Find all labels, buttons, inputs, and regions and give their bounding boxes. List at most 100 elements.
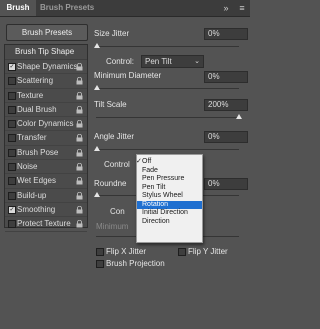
sidebar-item-label: Transfer bbox=[17, 133, 47, 143]
checkbox[interactable] bbox=[8, 77, 16, 86]
checkbox[interactable] bbox=[8, 191, 16, 200]
sidebar-item-shape-dynamics[interactable]: ✓ Shape Dynamics bbox=[5, 60, 87, 75]
menu-item-label: Rotation bbox=[142, 200, 169, 208]
menu-item-fade[interactable]: Fade bbox=[137, 167, 202, 176]
menu-item-label: Initial Direction bbox=[142, 209, 188, 216]
menu-item-label: Pen Tilt bbox=[142, 183, 166, 191]
menu-item-label: Fade bbox=[142, 166, 158, 174]
lock-icon[interactable] bbox=[76, 91, 83, 100]
roundness-jitter-value[interactable]: 0% bbox=[204, 178, 248, 190]
sidebar-item-label: Brush Pose bbox=[17, 147, 59, 157]
sidebar-item-texture[interactable]: Texture bbox=[5, 89, 87, 103]
size-jitter-label: Size Jitter bbox=[94, 29, 130, 38]
sidebar-item-dual-brush[interactable]: Dual Brush bbox=[5, 103, 87, 118]
size-jitter-slider-track[interactable] bbox=[96, 46, 239, 47]
control-select[interactable]: Pen Tilt ⌄ bbox=[141, 55, 204, 68]
menu-item-label: Stylus Wheel bbox=[142, 192, 183, 199]
sidebar-item-build-up[interactable]: Build-up bbox=[5, 189, 87, 203]
size-jitter-slider-thumb[interactable] bbox=[94, 43, 100, 48]
lock-icon[interactable] bbox=[76, 148, 83, 157]
checkbox[interactable] bbox=[8, 177, 16, 186]
checkmark-icon: ✓ bbox=[136, 158, 142, 165]
checkbox[interactable] bbox=[8, 120, 16, 129]
brush-presets-button[interactable]: Brush Presets bbox=[6, 24, 88, 41]
flip-x-jitter-label: Flip X Jitter bbox=[106, 247, 147, 256]
menu-item-pen-pressure[interactable]: Pen Pressure bbox=[137, 175, 202, 184]
minimum-diameter-slider-thumb[interactable] bbox=[94, 85, 100, 90]
tilt-scale-label: Tilt Scale bbox=[94, 100, 127, 109]
sidebar-item-noise[interactable]: Noise bbox=[5, 160, 87, 175]
menu-item-label: Off bbox=[142, 158, 152, 165]
checkbox[interactable] bbox=[8, 105, 16, 114]
checkbox[interactable] bbox=[8, 148, 16, 157]
checkbox[interactable] bbox=[8, 91, 16, 100]
sidebar-item-brush-tip-shape[interactable]: Brush Tip Shape bbox=[5, 45, 87, 60]
tilt-scale-value[interactable]: 200% bbox=[204, 99, 248, 111]
roundness-jitter-slider-thumb[interactable] bbox=[94, 192, 100, 197]
sidebar-item-brush-pose[interactable]: Brush Pose bbox=[5, 146, 87, 161]
checkbox[interactable] bbox=[8, 220, 16, 229]
sidebar-item-label: Texture bbox=[17, 90, 44, 100]
flip-x-jitter-checkbox[interactable] bbox=[96, 248, 104, 256]
menu-item-stylus-wheel[interactable]: Stylus Wheel bbox=[137, 192, 202, 201]
sidebar-item-label: Shape Dynamics bbox=[17, 62, 78, 71]
sidebar-item-label: Build-up bbox=[17, 190, 47, 200]
lock-icon[interactable] bbox=[76, 191, 83, 200]
panel-tab-bar: Brush Brush Presets » ≡ bbox=[0, 0, 250, 17]
angle-jitter-value[interactable]: 0% bbox=[204, 131, 248, 143]
tab-brush[interactable]: Brush bbox=[0, 0, 36, 16]
sidebar-item-label: Color Dynamics bbox=[17, 119, 74, 129]
lock-icon[interactable] bbox=[76, 119, 83, 128]
roundness-control-label: Con bbox=[110, 207, 125, 216]
tilt-scale-slider-thumb[interactable] bbox=[236, 114, 242, 119]
roundness-jitter-label: Roundne bbox=[94, 179, 127, 188]
menu-item-off[interactable]: ✓ Off bbox=[136, 158, 202, 167]
sidebar-item-label: Smoothing bbox=[17, 204, 56, 214]
menu-item-pen-tilt[interactable]: Pen Tilt bbox=[137, 184, 202, 193]
lock-icon[interactable] bbox=[76, 133, 83, 142]
sidebar-item-wet-edges[interactable]: Wet Edges bbox=[5, 174, 87, 189]
checkbox[interactable]: ✓ bbox=[8, 205, 16, 214]
lock-icon[interactable] bbox=[76, 162, 83, 171]
sidebar-item-label: Wet Edges bbox=[17, 176, 56, 186]
minimum-diameter-label: Minimum Diameter bbox=[94, 71, 162, 80]
lock-icon[interactable] bbox=[76, 205, 83, 214]
menu-icon[interactable]: ≡ bbox=[236, 2, 248, 14]
menu-item-label: Direction bbox=[142, 217, 170, 225]
sidebar-item-smoothing[interactable]: ✓ Smoothing bbox=[5, 203, 87, 218]
tilt-scale-slider-track[interactable] bbox=[96, 117, 239, 118]
sidebar-item-protect-texture[interactable]: Protect Texture bbox=[5, 217, 87, 232]
flip-y-jitter-checkbox[interactable] bbox=[178, 248, 186, 256]
tab-brush-presets[interactable]: Brush Presets bbox=[38, 0, 94, 16]
sidebar-item-transfer[interactable]: Transfer bbox=[5, 131, 87, 146]
sidebar-item-label: Scattering bbox=[17, 76, 54, 86]
minimum-diameter-slider-track[interactable] bbox=[96, 88, 239, 89]
size-jitter-value[interactable]: 0% bbox=[204, 28, 248, 40]
control-label: Control: bbox=[106, 57, 135, 66]
control-select-value: Pen Tilt bbox=[145, 57, 172, 66]
expand-icon[interactable]: » bbox=[220, 2, 232, 14]
sidebar-item-color-dynamics[interactable]: Color Dynamics bbox=[5, 117, 87, 132]
brush-settings-list: Brush Tip Shape ✓ Shape Dynamics Scatterin… bbox=[4, 44, 88, 232]
sidebar-item-scattering[interactable]: Scattering bbox=[5, 74, 87, 89]
checkbox[interactable]: ✓ bbox=[8, 63, 16, 71]
angle-jitter-slider-track[interactable] bbox=[96, 149, 239, 150]
lock-icon[interactable] bbox=[76, 219, 83, 228]
lock-icon[interactable] bbox=[76, 76, 83, 85]
lock-icon[interactable] bbox=[76, 62, 83, 71]
lock-icon[interactable] bbox=[76, 176, 83, 185]
flip-y-jitter-label: Flip Y Jitter bbox=[188, 247, 228, 256]
lock-icon[interactable] bbox=[76, 105, 83, 114]
minimum-diameter-value[interactable]: 0% bbox=[204, 71, 248, 83]
checkbox[interactable] bbox=[8, 163, 16, 172]
chevron-down-icon: ⌄ bbox=[194, 58, 200, 65]
checkbox[interactable] bbox=[8, 134, 16, 143]
menu-item-direction[interactable]: Direction bbox=[137, 218, 202, 227]
control-dropdown-menu: ✓ Off Fade Pen Pressure Pen Tilt Stylus Wheel… bbox=[136, 154, 203, 243]
brush-projection-checkbox[interactable] bbox=[96, 260, 104, 268]
minimum-roundness-label: Minimum bbox=[96, 222, 129, 231]
sidebar-item-label: Noise bbox=[17, 162, 38, 172]
menu-item-rotation[interactable]: Rotation bbox=[137, 200, 202, 209]
angle-jitter-slider-thumb[interactable] bbox=[94, 146, 100, 151]
menu-item-initial-direction[interactable]: Initial Direction bbox=[137, 209, 202, 218]
